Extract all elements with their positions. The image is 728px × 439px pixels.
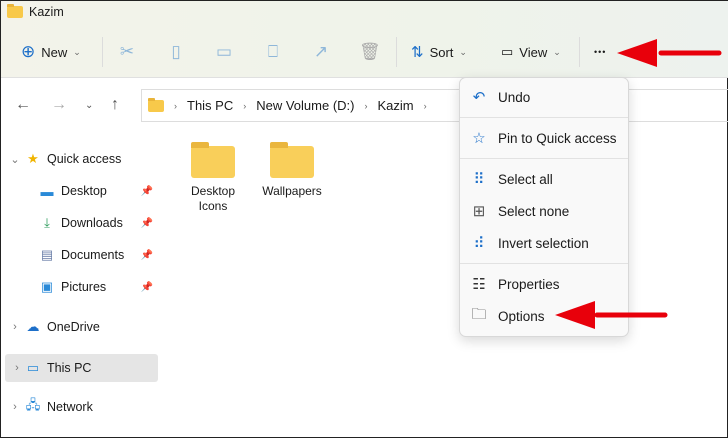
annotation-arrows bbox=[555, 39, 722, 329]
red-arrow-icon bbox=[617, 39, 722, 67]
red-arrow-icon bbox=[555, 301, 668, 329]
